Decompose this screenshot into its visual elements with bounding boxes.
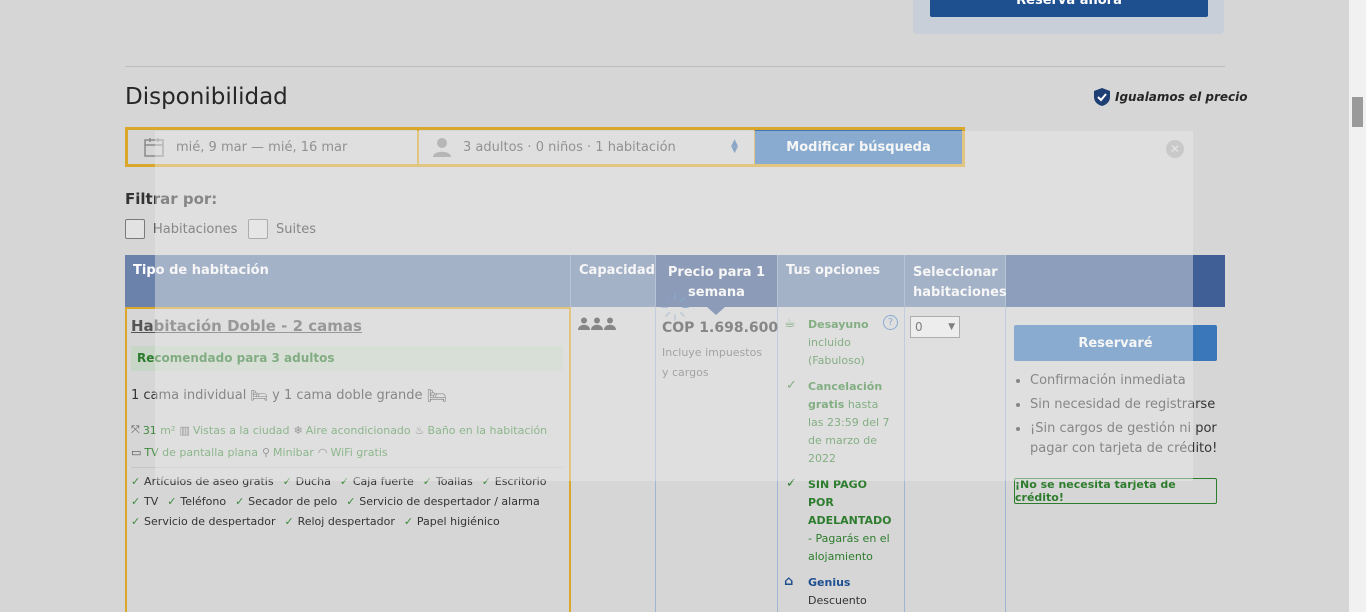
- no-card-badge: ¡No se necesita tarjeta de crédito!: [1014, 478, 1217, 504]
- scrollbar[interactable]: [1349, 0, 1366, 612]
- price-match-link[interactable]: Igualamos el precio: [1094, 88, 1248, 106]
- scrollbar-thumb[interactable]: [1352, 97, 1363, 127]
- facilities-row-2: TV Teléfono Secador de pelo Servicio de …: [131, 495, 540, 508]
- loading-overlay: [155, 131, 1193, 481]
- tv-icon: ▭: [131, 446, 142, 459]
- facility: Reloj despertador: [285, 515, 395, 528]
- facility: Secador de pelo: [235, 495, 337, 508]
- genius-title: Genius: [808, 576, 851, 589]
- facility: Papel higiénico: [404, 515, 500, 528]
- nopay-detail: - Pagarás en el alojamiento: [808, 532, 890, 563]
- area-icon: ⤧: [131, 423, 140, 436]
- shield-check-icon: [1094, 88, 1110, 106]
- option-genius: ⌂ Genius Descuento: [784, 574, 896, 610]
- reserve-now-button[interactable]: Reserva ahora: [930, 0, 1208, 17]
- facility: TV: [131, 495, 158, 508]
- close-icon[interactable]: ✕: [1166, 140, 1184, 158]
- price-match-label: Igualamos el precio: [1115, 90, 1248, 104]
- facility: Servicio de despertador / alarma: [346, 495, 539, 508]
- section-title: Disponibilidad: [125, 84, 288, 110]
- divider: [125, 66, 1225, 67]
- nopay-title: SIN PAGO POR ADELANTADO: [808, 478, 892, 527]
- facility: Servicio de despertador: [131, 515, 275, 528]
- genius-detail: Descuento: [808, 594, 867, 607]
- tag-icon: ⌂: [784, 574, 794, 589]
- facility: Teléfono: [167, 495, 226, 508]
- facilities-row-3: Servicio de despertador Reloj despertado…: [131, 515, 500, 528]
- rooms-checkbox[interactable]: [125, 219, 145, 239]
- option-no-prepayment: ✓ SIN PAGO POR ADELANTADO - Pagarás en e…: [786, 476, 896, 566]
